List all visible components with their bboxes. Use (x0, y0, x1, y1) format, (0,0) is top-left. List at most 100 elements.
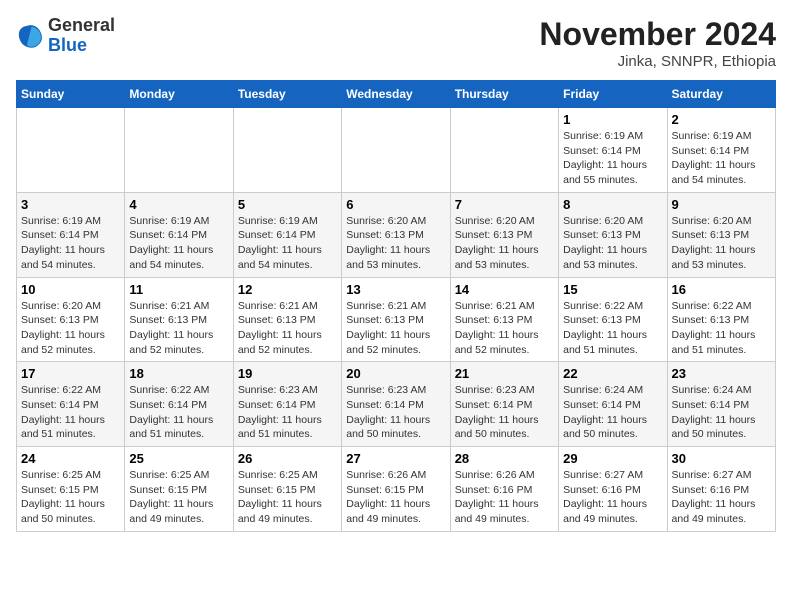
day-number: 20 (346, 366, 445, 381)
logo-icon (16, 22, 44, 50)
weekday-header: Friday (559, 81, 667, 108)
calendar-cell: 12 Sunrise: 6:21 AM Sunset: 6:13 PM Dayli… (233, 277, 341, 362)
day-number: 24 (21, 451, 120, 466)
calendar-week-row: 10 Sunrise: 6:20 AM Sunset: 6:13 PM Dayli… (17, 277, 776, 362)
day-info: Sunrise: 6:22 AM Sunset: 6:13 PM Dayligh… (672, 299, 771, 358)
day-info: Sunrise: 6:19 AM Sunset: 6:14 PM Dayligh… (129, 214, 228, 273)
weekday-header-row: SundayMondayTuesdayWednesdayThursdayFrid… (17, 81, 776, 108)
calendar-cell (17, 108, 125, 193)
calendar-week-row: 17 Sunrise: 6:22 AM Sunset: 6:14 PM Dayli… (17, 362, 776, 447)
calendar-cell: 8 Sunrise: 6:20 AM Sunset: 6:13 PM Daylig… (559, 192, 667, 277)
day-number: 17 (21, 366, 120, 381)
calendar-cell: 27Sunrise: 6:26 AM Sunset: 6:15 PM Dayli… (342, 447, 450, 532)
day-info: Sunrise: 6:19 AM Sunset: 6:14 PM Dayligh… (238, 214, 337, 273)
day-info: Sunrise: 6:19 AM Sunset: 6:14 PM Dayligh… (672, 129, 771, 188)
day-info: Sunrise: 6:22 AM Sunset: 6:13 PM Dayligh… (563, 299, 662, 358)
calendar-cell: 19 Sunrise: 6:23 AM Sunset: 6:14 PM Dayli… (233, 362, 341, 447)
day-info: Sunrise: 6:19 AM Sunset: 6:14 PM Dayligh… (21, 214, 120, 273)
day-info: Sunrise: 6:22 AM Sunset: 6:14 PM Dayligh… (21, 383, 120, 442)
day-number: 19 (238, 366, 337, 381)
day-info: Sunrise: 6:21 AM Sunset: 6:13 PM Dayligh… (346, 299, 445, 358)
calendar-cell: 5 Sunrise: 6:19 AM Sunset: 6:14 PM Daylig… (233, 192, 341, 277)
calendar-cell: 20 Sunrise: 6:23 AM Sunset: 6:14 PM Dayli… (342, 362, 450, 447)
day-number: 10 (21, 282, 120, 297)
weekday-header: Thursday (450, 81, 558, 108)
day-number: 9 (672, 197, 771, 212)
day-info: Sunrise: 6:24 AM Sunset: 6:14 PM Dayligh… (672, 383, 771, 442)
day-number: 30 (672, 451, 771, 466)
calendar-cell: 13 Sunrise: 6:21 AM Sunset: 6:13 PM Dayli… (342, 277, 450, 362)
day-info: Sunrise: 6:20 AM Sunset: 6:13 PM Dayligh… (563, 214, 662, 273)
calendar-cell: 6Sunrise: 6:20 AM Sunset: 6:13 PM Daylig… (342, 192, 450, 277)
calendar-cell: 15 Sunrise: 6:22 AM Sunset: 6:13 PM Dayli… (559, 277, 667, 362)
calendar-week-row: 1Sunrise: 6:19 AM Sunset: 6:14 PM Daylig… (17, 108, 776, 193)
logo: General Blue (16, 16, 115, 56)
calendar-cell: 28 Sunrise: 6:26 AM Sunset: 6:16 PM Dayli… (450, 447, 558, 532)
calendar-cell (125, 108, 233, 193)
calendar-week-row: 3 Sunrise: 6:19 AM Sunset: 6:14 PM Daylig… (17, 192, 776, 277)
header: General Blue November 2024 Jinka, SNNPR,… (16, 16, 776, 70)
day-info: Sunrise: 6:20 AM Sunset: 6:13 PM Dayligh… (346, 214, 445, 273)
day-number: 2 (672, 112, 771, 127)
weekday-header: Tuesday (233, 81, 341, 108)
day-info: Sunrise: 6:20 AM Sunset: 6:13 PM Dayligh… (455, 214, 554, 273)
calendar-cell: 26Sunrise: 6:25 AM Sunset: 6:15 PM Dayli… (233, 447, 341, 532)
weekday-header: Saturday (667, 81, 775, 108)
calendar-cell: 1Sunrise: 6:19 AM Sunset: 6:14 PM Daylig… (559, 108, 667, 193)
day-info: Sunrise: 6:24 AM Sunset: 6:14 PM Dayligh… (563, 383, 662, 442)
calendar-cell: 22Sunrise: 6:24 AM Sunset: 6:14 PM Dayli… (559, 362, 667, 447)
calendar-cell: 21Sunrise: 6:23 AM Sunset: 6:14 PM Dayli… (450, 362, 558, 447)
day-number: 12 (238, 282, 337, 297)
calendar-cell: 10 Sunrise: 6:20 AM Sunset: 6:13 PM Dayli… (17, 277, 125, 362)
day-info: Sunrise: 6:26 AM Sunset: 6:16 PM Dayligh… (455, 468, 554, 527)
day-number: 28 (455, 451, 554, 466)
calendar-table: SundayMondayTuesdayWednesdayThursdayFrid… (16, 80, 776, 532)
calendar-cell: 9 Sunrise: 6:20 AM Sunset: 6:13 PM Daylig… (667, 192, 775, 277)
weekday-header: Sunday (17, 81, 125, 108)
calendar-cell: 23 Sunrise: 6:24 AM Sunset: 6:14 PM Dayli… (667, 362, 775, 447)
month-title: November 2024 (539, 16, 776, 53)
calendar-cell (450, 108, 558, 193)
day-number: 15 (563, 282, 662, 297)
weekday-header: Monday (125, 81, 233, 108)
day-number: 29 (563, 451, 662, 466)
day-info: Sunrise: 6:19 AM Sunset: 6:14 PM Dayligh… (563, 129, 662, 188)
location: Jinka, SNNPR, Ethiopia (539, 53, 776, 70)
calendar-cell: 11 Sunrise: 6:21 AM Sunset: 6:13 PM Dayli… (125, 277, 233, 362)
calendar-cell: 25Sunrise: 6:25 AM Sunset: 6:15 PM Dayli… (125, 447, 233, 532)
day-number: 4 (129, 197, 228, 212)
calendar-cell: 18 Sunrise: 6:22 AM Sunset: 6:14 PM Dayli… (125, 362, 233, 447)
weekday-header: Wednesday (342, 81, 450, 108)
calendar-cell: 16 Sunrise: 6:22 AM Sunset: 6:13 PM Dayli… (667, 277, 775, 362)
day-number: 16 (672, 282, 771, 297)
day-number: 7 (455, 197, 554, 212)
day-info: Sunrise: 6:23 AM Sunset: 6:14 PM Dayligh… (346, 383, 445, 442)
day-number: 25 (129, 451, 228, 466)
calendar-cell: 24 Sunrise: 6:25 AM Sunset: 6:15 PM Dayli… (17, 447, 125, 532)
day-info: Sunrise: 6:20 AM Sunset: 6:13 PM Dayligh… (21, 299, 120, 358)
day-info: Sunrise: 6:26 AM Sunset: 6:15 PM Dayligh… (346, 468, 445, 527)
calendar-cell: 14Sunrise: 6:21 AM Sunset: 6:13 PM Dayli… (450, 277, 558, 362)
day-info: Sunrise: 6:21 AM Sunset: 6:13 PM Dayligh… (238, 299, 337, 358)
day-number: 13 (346, 282, 445, 297)
day-info: Sunrise: 6:22 AM Sunset: 6:14 PM Dayligh… (129, 383, 228, 442)
day-number: 5 (238, 197, 337, 212)
calendar-cell: 7 Sunrise: 6:20 AM Sunset: 6:13 PM Daylig… (450, 192, 558, 277)
day-info: Sunrise: 6:21 AM Sunset: 6:13 PM Dayligh… (129, 299, 228, 358)
day-info: Sunrise: 6:23 AM Sunset: 6:14 PM Dayligh… (238, 383, 337, 442)
day-info: Sunrise: 6:21 AM Sunset: 6:13 PM Dayligh… (455, 299, 554, 358)
calendar-week-row: 24 Sunrise: 6:25 AM Sunset: 6:15 PM Dayli… (17, 447, 776, 532)
calendar-cell (233, 108, 341, 193)
calendar-cell: 30Sunrise: 6:27 AM Sunset: 6:16 PM Dayli… (667, 447, 775, 532)
day-number: 8 (563, 197, 662, 212)
day-number: 3 (21, 197, 120, 212)
day-number: 18 (129, 366, 228, 381)
day-info: Sunrise: 6:20 AM Sunset: 6:13 PM Dayligh… (672, 214, 771, 273)
day-info: Sunrise: 6:25 AM Sunset: 6:15 PM Dayligh… (21, 468, 120, 527)
calendar-cell: 4 Sunrise: 6:19 AM Sunset: 6:14 PM Daylig… (125, 192, 233, 277)
day-number: 23 (672, 366, 771, 381)
logo-text: General Blue (48, 16, 115, 56)
day-number: 21 (455, 366, 554, 381)
calendar-cell: 3 Sunrise: 6:19 AM Sunset: 6:14 PM Daylig… (17, 192, 125, 277)
day-number: 11 (129, 282, 228, 297)
